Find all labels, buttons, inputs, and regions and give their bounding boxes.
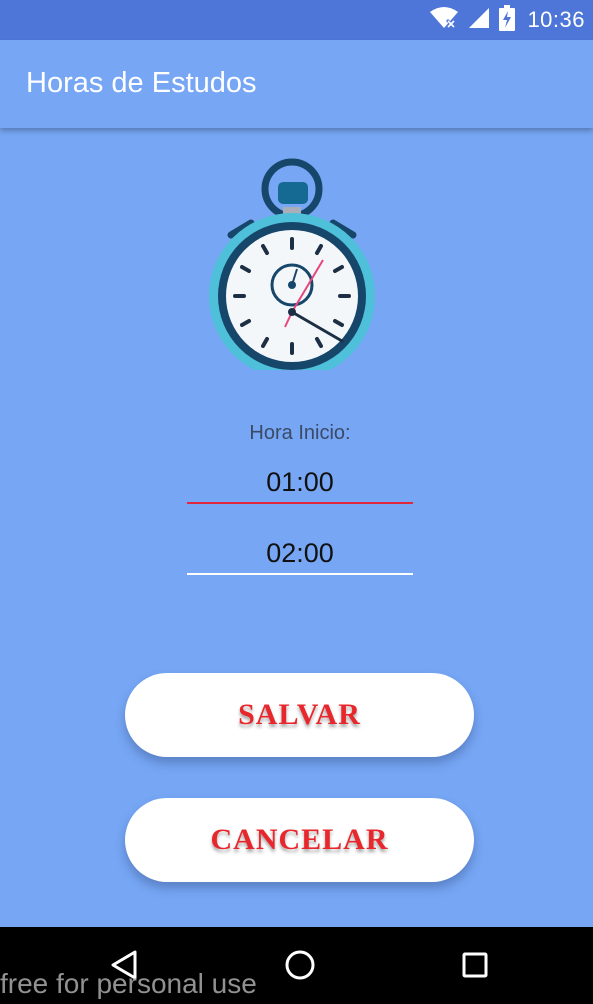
stopwatch-icon (205, 155, 380, 379)
start-time-label: Hora Inicio: (249, 422, 351, 444)
home-icon[interactable] (280, 947, 320, 983)
status-time: 10:36 (527, 7, 585, 32)
app-title: Horas de Estudos (26, 67, 257, 99)
app-bar: Horas de Estudos (0, 40, 593, 128)
watermark-text: free for personal use (0, 968, 257, 999)
status-icons: 10:36 (429, 4, 585, 36)
battery-charging-icon (499, 4, 516, 36)
save-button[interactable]: SALVAR (125, 673, 474, 757)
start-time-field[interactable]: 01:00 (187, 462, 413, 504)
signal-icon (467, 6, 491, 35)
wifi-icon (429, 6, 459, 35)
cancel-button[interactable]: CANCELAR (125, 798, 474, 882)
status-bar: 10:36 (0, 0, 593, 40)
recent-apps-icon[interactable] (455, 947, 495, 983)
end-time-field[interactable]: 02:00 (187, 533, 413, 575)
